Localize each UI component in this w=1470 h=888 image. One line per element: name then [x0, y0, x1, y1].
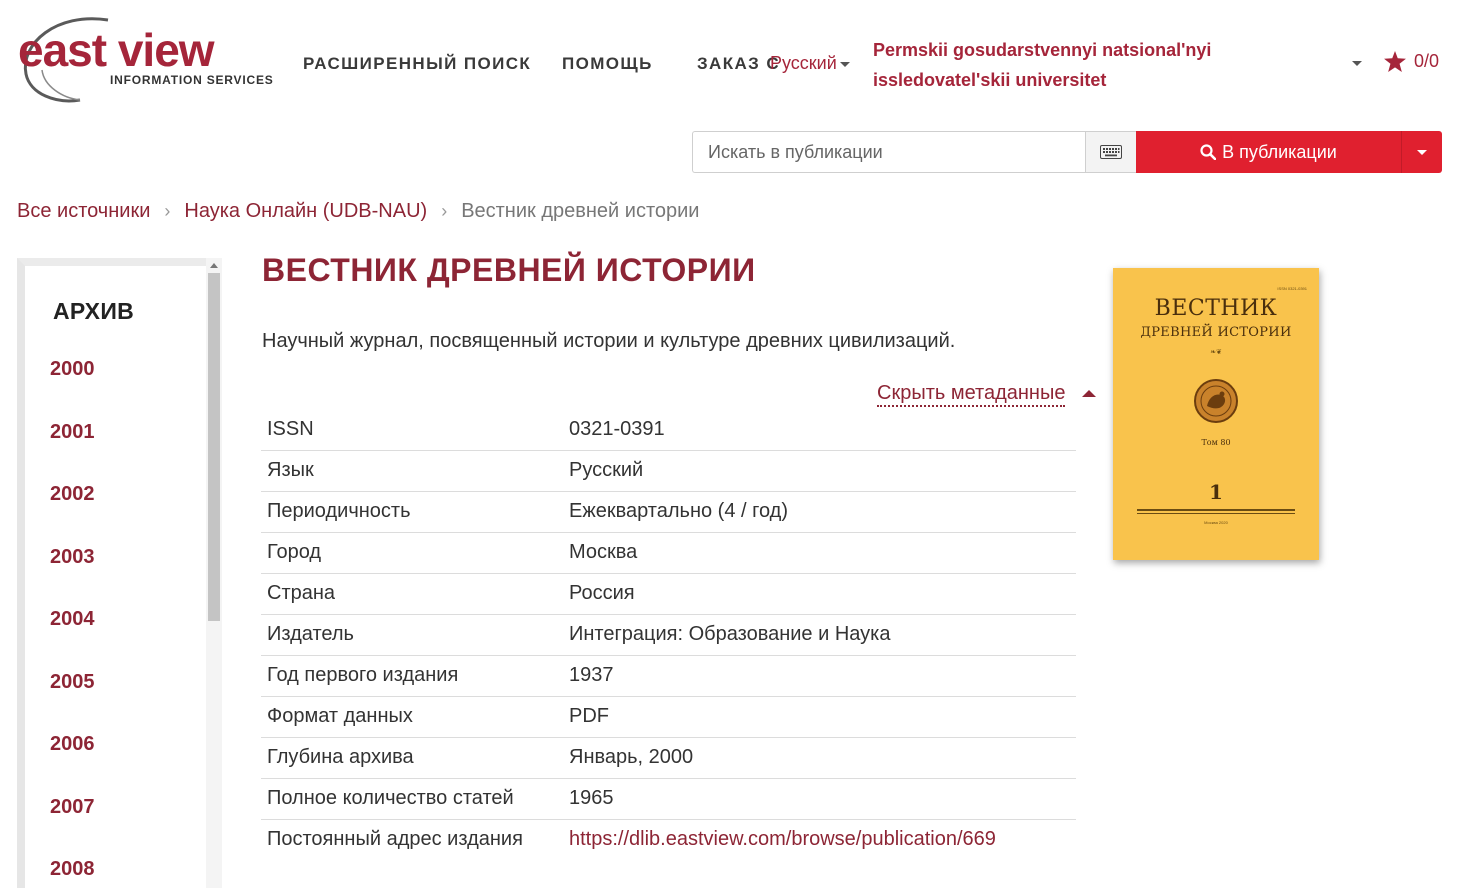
chevron-down-icon: [1417, 149, 1427, 155]
metadata-key: Город: [261, 532, 569, 574]
header: east view INFORMATION SERVICES РАСШИРЕНН…: [0, 0, 1470, 120]
keyboard-icon: [1100, 145, 1122, 159]
archive-year[interactable]: 2005: [50, 671, 95, 734]
metadata-key: Постоянный адрес издания: [267, 828, 523, 851]
nav-help[interactable]: ПОМОЩЬ: [562, 54, 653, 74]
metadata-value: 1937: [569, 655, 1076, 697]
archive-year[interactable]: 2001: [50, 421, 95, 484]
table-row: Страна Россия: [261, 573, 1076, 615]
table-row: Год первого издания 1937: [261, 655, 1076, 697]
cover-issue-number: 1: [1209, 480, 1223, 504]
archive-year[interactable]: 2008: [50, 858, 95, 888]
metadata-value: Россия: [569, 573, 1076, 615]
metadata-key: Полное количество статей: [261, 778, 569, 820]
metadata-value: https://dlib.eastview.com/browse/publica…: [569, 819, 1076, 860]
table-row: ISSN 0321-0391: [261, 409, 1076, 451]
metadata-value: Январь, 2000: [569, 737, 1076, 779]
favorites-counter[interactable]: 0/0: [1384, 51, 1439, 72]
metadata-value: Русский: [569, 450, 1076, 492]
logo-tagline: INFORMATION SERVICES: [110, 73, 274, 87]
publication-title: ВЕСТНИК ДРЕВНЕЙ ИСТОРИИ: [262, 252, 756, 288]
metadata-value: 0321-0391: [569, 409, 1076, 451]
cover-city-year: Москва 2020: [1204, 520, 1228, 525]
cover-issn: ISSN 0321-0391: [1277, 286, 1307, 291]
table-row: Периодичность Ежеквартально (4 / год): [261, 491, 1076, 533]
metadata-key: Год первого издания: [261, 655, 569, 697]
virtual-keyboard-button[interactable]: [1085, 131, 1137, 173]
metadata-key: Периодичность: [261, 491, 569, 533]
nav-order[interactable]: ЗАКАЗ С: [697, 54, 780, 74]
chevron-right-icon: ›: [441, 201, 448, 221]
search-scope-dropdown[interactable]: [1401, 131, 1442, 173]
metadata-value: Ежеквартально (4 / год): [569, 491, 1076, 533]
search-button[interactable]: В публикации: [1136, 131, 1401, 173]
table-row: Глубина архива Январь, 2000: [261, 737, 1076, 779]
metadata-key: Страна: [261, 573, 569, 615]
east-view-logo[interactable]: east view INFORMATION SERVICES: [16, 14, 278, 106]
table-row: Постоянный адрес издания https://dlib.ea…: [261, 819, 1076, 860]
metadata-value: Интеграция: Образование и Наука: [569, 614, 1076, 656]
metadata-key: ISSN: [261, 409, 569, 451]
archive-year[interactable]: 2007: [50, 796, 95, 859]
table-row: Издатель Интеграция: Образование и Наука: [261, 614, 1076, 656]
scroll-up-icon[interactable]: [210, 263, 218, 268]
caret-up-icon[interactable]: [1082, 390, 1096, 397]
journal-cover-image[interactable]: ISSN 0321-0391 ВЕСТНИК ДРЕВНЕЙ ИСТОРИИ ❧…: [1113, 268, 1319, 560]
breadcrumb-database[interactable]: Наука Онлайн (UDB-NAU): [184, 200, 427, 223]
organization-name[interactable]: Permskii gosudarstvennyi natsional'nyi i…: [873, 35, 1273, 95]
metadata-value: 1965: [569, 778, 1076, 820]
language-select[interactable]: Русский: [770, 53, 850, 74]
chevron-down-icon: [839, 61, 850, 67]
cover-rule: [1137, 513, 1295, 514]
star-icon: [1384, 51, 1406, 72]
table-row: Язык Русский: [261, 450, 1076, 492]
breadcrumb-all-sources[interactable]: Все источники: [17, 200, 150, 223]
favorites-count: 0/0: [1414, 51, 1440, 71]
search-button-label: В публикации: [1222, 141, 1337, 162]
hide-metadata-toggle[interactable]: Скрыть метаданные: [877, 381, 1066, 407]
table-row: Город Москва: [261, 532, 1076, 574]
archive-year[interactable]: 2006: [50, 733, 95, 796]
publication-description: Научный журнал, посвященный истории и ку…: [262, 330, 956, 352]
nav-advanced-search[interactable]: РАСШИРЕННЫЙ ПОИСК: [303, 54, 531, 74]
svg-text:east view: east view: [18, 24, 215, 76]
metadata-value: Москва: [569, 532, 1076, 574]
archive-sidebar: АРХИВ 2000 2001 2002 2003 2004 2005 2006…: [17, 258, 222, 888]
archive-year[interactable]: 2000: [50, 358, 95, 421]
metadata-table: ISSN 0321-0391 Язык Русский Периодичност…: [261, 409, 1076, 860]
publication-permalink[interactable]: https://dlib.eastview.com/browse/publica…: [569, 828, 996, 850]
breadcrumb: Все источники › Наука Онлайн (UDB-NAU) ›…: [17, 200, 699, 223]
cover-rule: [1137, 509, 1295, 511]
cover-emblem-icon: [1194, 379, 1238, 423]
metadata-key: Издатель: [261, 614, 569, 656]
archive-year[interactable]: 2004: [50, 608, 95, 671]
table-row: Формат данных PDF: [261, 696, 1076, 738]
archive-year[interactable]: 2003: [50, 546, 95, 609]
search-input[interactable]: [692, 131, 1086, 173]
breadcrumb-current: Вестник древней истории: [461, 200, 700, 222]
organization-dropdown-icon[interactable]: [1352, 61, 1362, 66]
chevron-right-icon: ›: [164, 201, 171, 221]
table-row: Полное количество статей 1965: [261, 778, 1076, 820]
cover-ornament-icon: ❧❦: [1210, 349, 1222, 356]
sidebar-scrollbar-thumb[interactable]: [208, 273, 220, 621]
archive-year[interactable]: 2002: [50, 483, 95, 546]
archive-title: АРХИВ: [53, 298, 135, 324]
metadata-key: Формат данных: [261, 696, 569, 738]
metadata-key: Глубина архива: [261, 737, 569, 779]
metadata-value: PDF: [569, 696, 1076, 738]
cover-title-line2: ДРЕВНЕЙ ИСТОРИИ: [1140, 325, 1292, 340]
metadata-key: Язык: [261, 450, 569, 492]
cover-volume: Том 80: [1201, 438, 1231, 447]
language-label: Русский: [770, 53, 837, 73]
cover-title-line1: ВЕСТНИК: [1154, 296, 1278, 321]
archive-year-list: 2000 2001 2002 2003 2004 2005 2006 2007 …: [50, 358, 95, 888]
search-icon: [1200, 144, 1217, 160]
